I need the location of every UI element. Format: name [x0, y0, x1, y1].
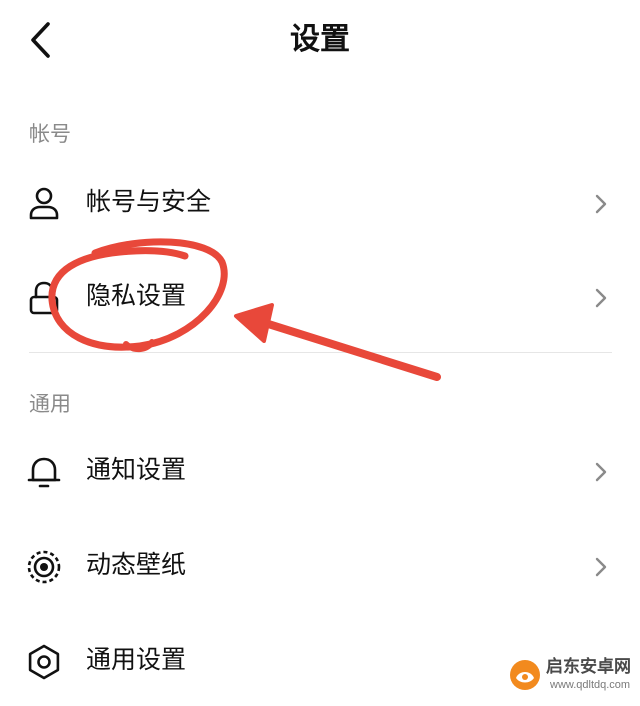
section-label-general: 通用 — [29, 392, 71, 416]
section-label-account: 帐号 — [29, 122, 71, 146]
watermark-logo — [510, 660, 540, 690]
live-wallpaper-icon — [27, 550, 61, 584]
settings-item-live-wallpaper[interactable]: 动态壁纸 — [0, 521, 640, 611]
chevron-right-icon — [595, 462, 607, 482]
section-divider — [29, 352, 612, 353]
chevron-right-icon — [595, 194, 607, 214]
settings-item-label: 动态壁纸 — [86, 550, 187, 579]
chevron-right-icon — [595, 557, 607, 577]
settings-item-label: 帐号与安全 — [86, 187, 212, 216]
watermark: 启东安卓网 www.qdltdq.com — [508, 656, 636, 696]
watermark-name: 启东安卓网 — [546, 657, 631, 677]
page-title: 设置 — [290, 22, 350, 57]
top-bar: 设置 — [0, 0, 640, 84]
bell-icon — [27, 457, 61, 488]
chevron-right-icon — [595, 288, 607, 308]
user-icon — [29, 187, 59, 220]
annotation-circle-tail — [123, 339, 155, 352]
settings-item-privacy[interactable]: 隐私设置 — [0, 252, 640, 342]
settings-item-notifications[interactable]: 通知设置 — [0, 426, 640, 516]
watermark-url: www.qdltdq.com — [550, 679, 631, 691]
settings-item-account-security[interactable]: 帐号与安全 — [0, 158, 640, 248]
settings-item-label: 通用设置 — [86, 645, 187, 674]
gear-icon — [28, 644, 60, 680]
settings-item-label: 隐私设置 — [86, 281, 187, 310]
lock-icon — [29, 281, 59, 315]
settings-item-label: 通知设置 — [86, 455, 187, 484]
